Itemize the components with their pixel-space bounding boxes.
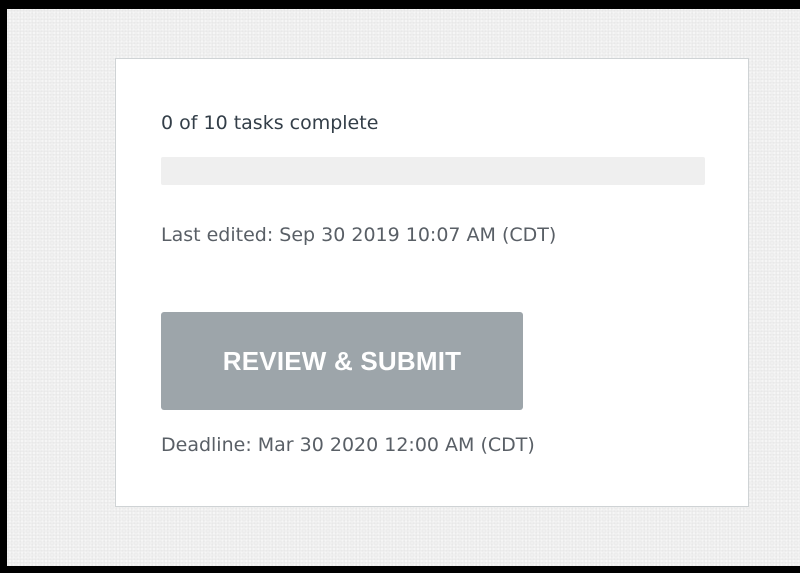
last-edited-timestamp: Last edited: Sep 30 2019 10:07 AM (CDT)	[161, 224, 557, 246]
task-progress-bar	[161, 157, 705, 185]
deadline-timestamp: Deadline: Mar 30 2020 12:00 AM (CDT)	[161, 434, 535, 456]
screen-frame: 0 of 10 tasks complete Last edited: Sep …	[0, 0, 800, 573]
task-progress-card: 0 of 10 tasks complete Last edited: Sep …	[115, 58, 749, 507]
review-submit-button[interactable]: REVIEW & SUBMIT	[161, 312, 523, 410]
tasks-complete-status: 0 of 10 tasks complete	[161, 112, 379, 134]
